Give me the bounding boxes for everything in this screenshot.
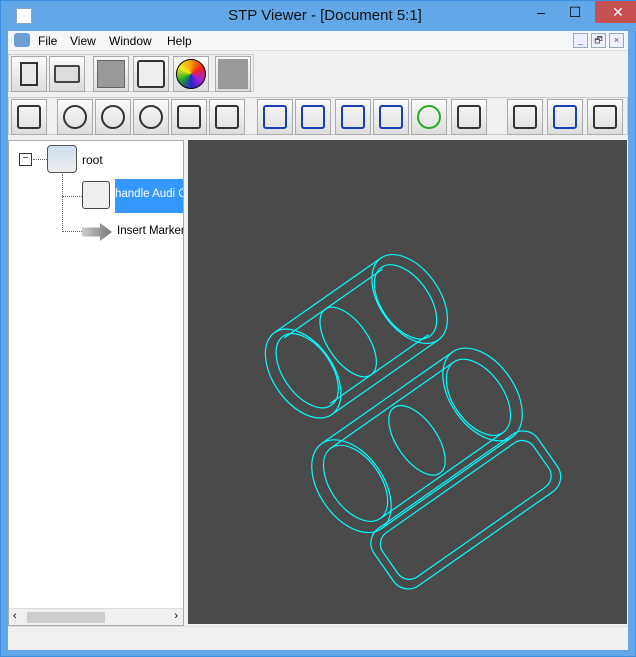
blank-button[interactable]	[215, 56, 251, 92]
blank-icon	[218, 59, 248, 89]
wireframe-cube-icon	[553, 105, 577, 129]
pan-hand-icon	[215, 105, 239, 129]
open-button[interactable]	[49, 56, 85, 92]
pan-move-button[interactable]	[171, 99, 207, 135]
model-tree: − root handle Audi C Insert Marker ‹ ›	[8, 140, 184, 626]
zoom-box-icon	[101, 105, 125, 129]
axes-button[interactable]	[587, 99, 623, 135]
top-view-icon	[263, 105, 287, 129]
menu-file[interactable]: File	[38, 34, 57, 48]
shaded-box-icon	[97, 60, 125, 88]
solid-cube-icon	[513, 105, 537, 129]
menu-bar: File View Window Help _ 🗗 ×	[8, 31, 628, 51]
zoom-box-button[interactable]	[95, 99, 131, 135]
color-button[interactable]	[173, 56, 209, 92]
select-properties-button[interactable]	[11, 99, 47, 135]
wireframe-cube-button[interactable]	[547, 99, 583, 135]
bottom-view-icon	[301, 105, 325, 129]
close-button[interactable]: ✕	[595, 1, 636, 23]
top-view-button[interactable]	[257, 99, 293, 135]
zoom-button[interactable]	[57, 99, 93, 135]
zoom-icon	[63, 105, 87, 129]
bottom-view-button[interactable]	[295, 99, 331, 135]
status-bar	[8, 626, 628, 650]
mdi-minimize-button[interactable]: _	[573, 33, 588, 48]
tree-item-part[interactable]: handle Audi C	[115, 179, 183, 213]
side-view-button[interactable]	[373, 99, 409, 135]
assembly-icon	[47, 145, 77, 173]
select-properties-icon	[17, 105, 41, 129]
menu-view[interactable]: View	[70, 34, 96, 48]
doc-icon	[14, 33, 30, 47]
home-icon	[457, 105, 481, 129]
wireframe-model	[264, 253, 562, 590]
title-bar: STP Viewer - [Document 5:1] – ☐ ✕	[8, 1, 636, 31]
pan-move-icon	[177, 105, 201, 129]
solid-cube-button[interactable]	[507, 99, 543, 135]
arrow-icon	[82, 223, 112, 241]
front-view-icon	[341, 105, 365, 129]
pan-hand-button[interactable]	[209, 99, 245, 135]
paste-button[interactable]	[11, 56, 47, 92]
zoom-rotate-icon	[139, 105, 163, 129]
toolbar-main	[8, 54, 254, 92]
3d-viewport[interactable]	[188, 140, 627, 624]
white-box-icon	[137, 60, 165, 88]
scrollbar-thumb[interactable]	[27, 612, 105, 623]
axes-icon	[593, 105, 617, 129]
toolbar-view	[8, 97, 628, 135]
shaded-button[interactable]	[93, 56, 129, 92]
menu-window[interactable]: Window	[109, 34, 152, 48]
maximize-button[interactable]: ☐	[560, 1, 590, 23]
orbit-button[interactable]	[411, 99, 447, 135]
home-button[interactable]	[451, 99, 487, 135]
orbit-icon	[417, 105, 441, 129]
tree-item-marker[interactable]: Insert Marker	[117, 225, 183, 237]
mdi-close-button[interactable]: ×	[609, 33, 624, 48]
menu-help[interactable]: Help	[167, 34, 192, 48]
open-folder-icon	[54, 65, 80, 83]
zoom-rotate-button[interactable]	[133, 99, 169, 135]
collapse-toggle[interactable]: −	[19, 153, 32, 166]
white-box-button[interactable]	[133, 56, 169, 92]
front-view-button[interactable]	[335, 99, 371, 135]
paste-icon	[20, 62, 38, 86]
tree-root[interactable]: root	[82, 153, 103, 167]
side-view-icon	[379, 105, 403, 129]
mdi-restore-button[interactable]: 🗗	[591, 33, 606, 48]
color-wheel-icon	[176, 59, 206, 89]
horizontal-scrollbar[interactable]: ‹ ›	[9, 608, 183, 625]
minimize-button[interactable]: –	[526, 1, 556, 23]
part-icon	[82, 181, 110, 209]
